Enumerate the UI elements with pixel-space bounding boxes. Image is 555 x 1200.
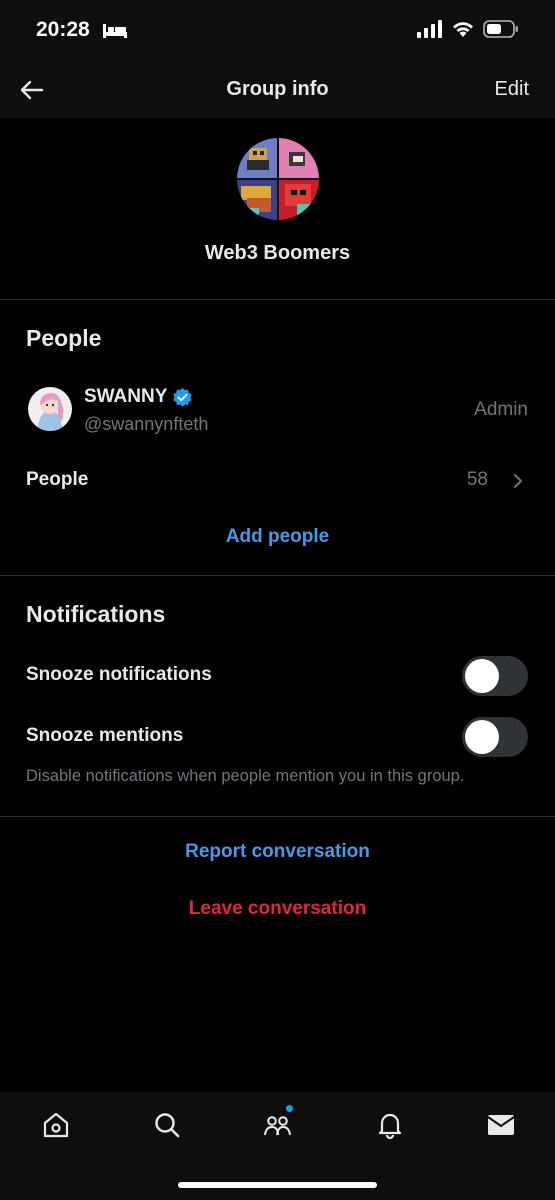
communities-icon[interactable]	[263, 1110, 293, 1140]
page-title: Group info	[226, 78, 329, 100]
snooze-notifications-toggle[interactable]	[462, 656, 528, 696]
people-section-title: People	[26, 325, 102, 351]
divider	[0, 299, 555, 300]
member-avatar-image	[28, 387, 72, 431]
chevron-right-icon	[514, 474, 522, 488]
report-conversation-button[interactable]: Report conversation	[0, 841, 555, 863]
toggle-knob	[465, 720, 499, 754]
group-avatar[interactable]	[237, 138, 319, 220]
search-icon[interactable]	[152, 1110, 182, 1140]
bed-icon	[103, 24, 127, 38]
leave-conversation-button[interactable]: Leave conversation	[0, 898, 555, 920]
battery-icon	[483, 20, 518, 38]
member-handle: @swannynfteth	[84, 414, 209, 434]
wifi-icon	[453, 22, 473, 37]
snooze-mentions-label: Snooze mentions	[26, 725, 184, 746]
member-display-name: SWANNY	[84, 386, 168, 407]
snooze-notifications-label: Snooze notifications	[26, 664, 212, 685]
toggle-knob	[465, 659, 499, 693]
people-count: 58	[466, 469, 488, 490]
snooze-mentions-helper-text: Disable notifications when people mentio…	[26, 767, 465, 785]
status-time: 20:28	[36, 18, 90, 41]
notifications-section-title: Notifications	[26, 601, 166, 627]
edit-button[interactable]: Edit	[495, 78, 529, 101]
unread-dot-indicator	[286, 1105, 293, 1112]
home-indicator[interactable]	[178, 1182, 377, 1188]
add-people-button[interactable]: Add people	[0, 526, 555, 548]
top-navigation-bar: Group info Edit	[0, 62, 555, 118]
messages-envelope-icon[interactable]	[486, 1110, 516, 1140]
avatar[interactable]	[28, 387, 72, 431]
divider	[0, 575, 555, 576]
verified-badge-icon	[173, 387, 193, 407]
group-name: Web3 Boomers	[204, 242, 351, 264]
people-row-label: People	[26, 469, 89, 490]
member-role-label: Admin	[474, 399, 528, 420]
home-icon[interactable]	[41, 1110, 71, 1140]
divider	[0, 816, 555, 817]
status-bar: 20:28	[0, 0, 555, 62]
cellular-signal-icon	[417, 20, 442, 38]
snooze-mentions-toggle[interactable]	[462, 717, 528, 757]
group-avatar-collage	[237, 138, 319, 220]
member-name: SWANNY	[84, 386, 193, 408]
notifications-bell-icon[interactable]	[375, 1110, 405, 1140]
